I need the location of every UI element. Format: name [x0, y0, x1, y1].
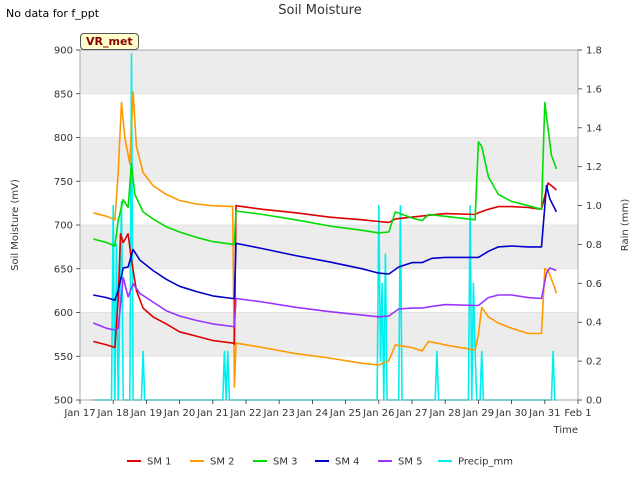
x-tick-label: Jan 27	[395, 408, 427, 419]
x-tick-label: Jan 28	[429, 408, 461, 419]
x-axis-label: Time	[553, 425, 578, 436]
x-tick-label: Feb 1	[564, 408, 591, 419]
y2-axis-label: Rain (mm)	[620, 199, 631, 252]
x-tick-label: Jan 19	[130, 408, 162, 419]
x-tick-label: Jan 20	[163, 408, 195, 419]
y-axis-label: Soil Moisture (mV)	[10, 179, 21, 271]
legend-label: SM 3	[273, 457, 298, 468]
y2-tick-label: 0.2	[586, 357, 602, 368]
y-tick-label: 850	[54, 89, 73, 100]
legend-label: SM 1	[147, 457, 172, 468]
x-tick-label: Jan 25	[329, 408, 361, 419]
y2-tick-label: 1.4	[586, 123, 602, 134]
y-tick-label: 750	[54, 177, 73, 188]
grid-band	[80, 137, 578, 182]
x-tick-label: Jan 17	[63, 408, 95, 419]
station-badge: VR_met	[80, 33, 139, 50]
legend-label: SM 4	[335, 457, 360, 468]
x-tick-label: Jan 21	[196, 408, 228, 419]
x-tick-label: Jan 31	[528, 408, 560, 419]
y2-tick-label: 1.6	[586, 84, 602, 95]
y2-tick-label: 0.0	[586, 396, 602, 407]
y-tick-label: 900	[54, 46, 73, 57]
y2-tick-label: 0.4	[586, 318, 602, 329]
y2-tick-label: 1.8	[586, 46, 602, 57]
x-tick-label: Jan 29	[462, 408, 494, 419]
x-tick-label: Jan 18	[97, 408, 129, 419]
grid-band	[80, 312, 578, 357]
x-tick-label: Jan 23	[263, 408, 295, 419]
grid-band	[80, 50, 578, 94]
y-tick-label: 800	[54, 133, 73, 144]
soil-moisture-chart: 500 550 600 650 700 750 800 850 900 0.0 0.2 0.4 0.6 0…	[10, 46, 631, 468]
y2-tick-label: 0.6	[586, 279, 602, 290]
y2-tick-label: 1.0	[586, 201, 602, 212]
legend: SM 1 SM 2 SM 3 SM 4 SM 5 Precip_mm	[127, 457, 513, 468]
x-tick-label: Jan 30	[495, 408, 527, 419]
y2-tick-label: 1.2	[586, 162, 602, 173]
x-tick-label: Jan 26	[362, 408, 394, 419]
background-bands	[80, 49, 578, 401]
y-tick-label: 600	[54, 308, 73, 319]
legend-label: SM 5	[398, 457, 423, 468]
x-tick-label: Jan 24	[296, 408, 328, 419]
y-tick-label: 500	[54, 396, 73, 407]
y-tick-label: 700	[54, 221, 73, 232]
y-tick-label: 550	[54, 352, 73, 363]
y2-tick-label: 0.8	[586, 240, 602, 251]
y-tick-label: 650	[54, 264, 73, 275]
x-tick-label: Jan 22	[229, 408, 261, 419]
legend-label: Precip_mm	[458, 457, 513, 468]
legend-label: SM 2	[210, 457, 235, 468]
